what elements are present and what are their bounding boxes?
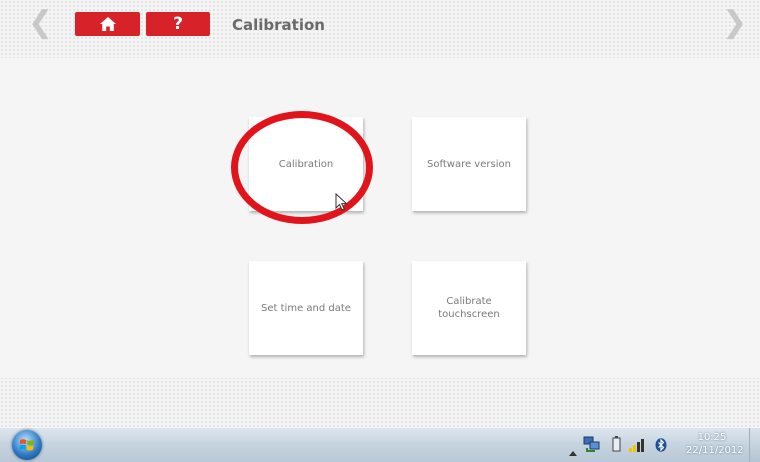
help-button[interactable]: ? — [146, 12, 210, 36]
home-icon — [75, 12, 140, 36]
network-icon[interactable] — [583, 436, 601, 456]
signal-strength-icon[interactable] — [629, 437, 645, 456]
battery-icon[interactable] — [612, 436, 621, 456]
taskbar-clock[interactable]: 10:25 22/11/2012 — [686, 431, 744, 457]
mouse-pointer-icon — [335, 192, 349, 211]
bluetooth-icon[interactable] — [655, 437, 667, 456]
header-bar: ❮ ? Calibration ❯ — [0, 0, 760, 44]
set-time-and-date-tile[interactable]: Set time and date — [249, 261, 363, 355]
show-hidden-icons-arrow[interactable] — [569, 441, 577, 460]
clock-date: 22/11/2012 — [686, 445, 744, 456]
clock-time: 10:25 — [697, 432, 727, 443]
show-desktop-button[interactable] — [749, 428, 760, 462]
software-version-tile[interactable]: Software version — [412, 117, 526, 211]
content-area — [0, 58, 760, 378]
help-label: ? — [173, 14, 183, 34]
windows-taskbar: 10:25 22/11/2012 — [0, 427, 760, 462]
page-title: Calibration — [232, 16, 325, 34]
home-button[interactable] — [75, 12, 140, 36]
back-arrow-button[interactable]: ❮ — [28, 8, 53, 38]
calibrate-touchscreen-tile[interactable]: Calibrate touchscreen — [412, 261, 526, 355]
software-version-tile-label: Software version — [427, 158, 511, 170]
app-window: ❮ ? Calibration ❯ Calibration Software v… — [0, 0, 760, 427]
set-time-and-date-tile-label: Set time and date — [261, 302, 351, 314]
calibrate-touchscreen-tile-label: Calibrate touchscreen — [438, 296, 500, 320]
windows-start-icon[interactable] — [12, 430, 42, 460]
calibration-tile-label: Calibration — [278, 158, 334, 170]
forward-arrow-button[interactable]: ❯ — [722, 8, 747, 38]
